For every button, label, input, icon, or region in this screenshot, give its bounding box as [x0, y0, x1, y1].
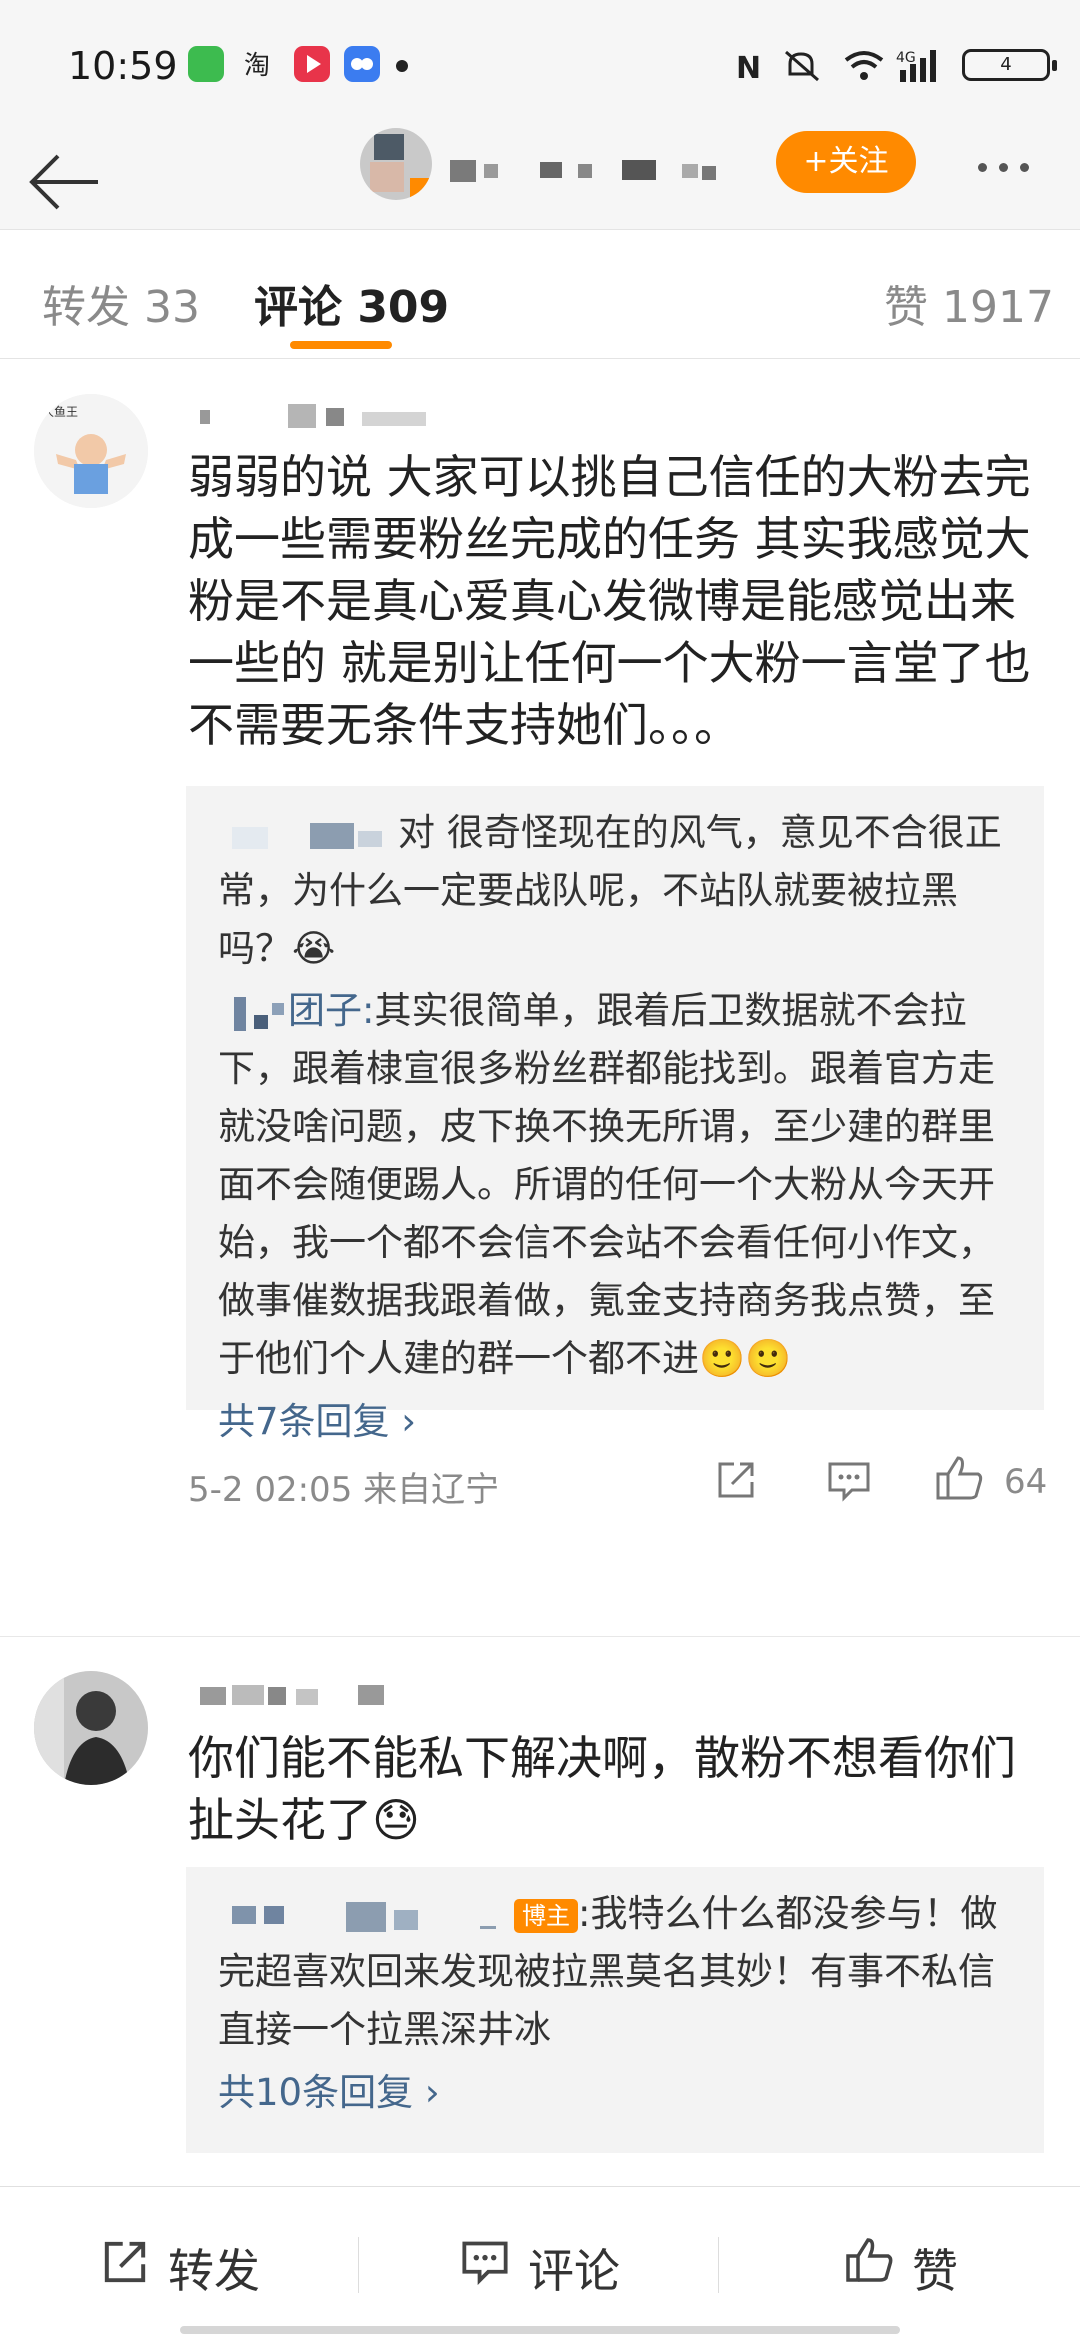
tab-comments[interactable]: 评论 309 [254, 271, 449, 335]
comment-text: 弱弱的说 大家可以挑自己信任的大粉去完成一些需要粉丝完成的任务 其实我感觉大粉是… [188, 450, 1031, 752]
author-badge: 博主 [514, 1898, 578, 1933]
view-all-replies-link[interactable]: 共10条回复 › [218, 2063, 1014, 2123]
author-avatar[interactable] [360, 128, 432, 200]
like-thumb-icon [846, 2238, 893, 2282]
repost-icon [104, 2241, 146, 2283]
comment-time-location: 5-2 02:05 来自辽宁 [188, 1470, 500, 1510]
battery-indicator: 4 [962, 49, 1057, 81]
video-icon [294, 46, 330, 82]
share-icon[interactable] [714, 1458, 758, 1502]
like-count: 64 [1004, 1462, 1048, 1502]
commenter-name-blurred[interactable] [188, 404, 488, 432]
notification-dot-icon [396, 60, 408, 72]
tab-likes[interactable]: 赞 1917 [884, 271, 1054, 335]
nfc-icon: N [736, 51, 761, 86]
wifi-icon [844, 51, 884, 80]
reply-author-blurred[interactable] [218, 819, 398, 851]
bottom-repost-label: 转发 [168, 2244, 260, 2298]
cellular-signal-icon: 4G [896, 50, 936, 82]
svg-text:淘: 淘 [244, 51, 270, 81]
reply-item: 对 很奇怪现在的风气，意见不合很正常，为什么一定要战队呢，不站队就要被拉黑吗？😭 [218, 804, 1014, 978]
like-thumb-icon[interactable] [934, 1454, 986, 1502]
bottom-like-label: 赞 [912, 2244, 958, 2298]
view-all-replies-link[interactable]: 共7条回复 › [218, 1392, 1014, 1452]
reply-item: 团子:其实很简单，跟着后卫数据就不会拉下，跟着棣宣很多粉丝群都能找到。跟着官方走… [218, 982, 1014, 1388]
mute-icon [785, 50, 819, 82]
back-arrow-icon[interactable] [28, 152, 100, 212]
svg-text:4G: 4G [896, 50, 916, 66]
comment-item: 你们能不能私下解决啊，散粉不想看你们扯头花了😓 博主:我特么什么都没参与！做完超… [0, 1637, 1080, 2185]
taobao-icon: 淘 [242, 46, 278, 82]
reply-author-name[interactable]: 团子: [288, 989, 374, 1032]
bar-separator [358, 2237, 359, 2293]
active-tab-indicator [290, 341, 392, 349]
reply-comment-icon[interactable] [826, 1460, 872, 1502]
svg-text:人鱼王: 人鱼王 [42, 405, 78, 419]
status-bar: 10:59 淘 N 4G 4 [0, 0, 1080, 130]
commenter-avatar[interactable] [34, 1671, 148, 1785]
reply-author-blurred[interactable] [218, 993, 288, 1033]
bar-separator [718, 2237, 719, 2293]
bottom-comment-label: 评论 [528, 2244, 620, 2298]
bottom-repost-button[interactable]: 转发 [96, 2227, 296, 2298]
more-options-icon[interactable] [978, 157, 1041, 176]
bottom-action-bar: 转发 评论 赞 [0, 2186, 1080, 2340]
commenter-name-blurred[interactable] [188, 1681, 488, 1709]
reply-preview-box[interactable]: 博主:我特么什么都没参与！做完超喜欢回来发现被拉黑莫名其妙！有事不私信直接一个拉… [186, 1867, 1044, 2153]
author-name-blurred[interactable] [450, 160, 720, 182]
status-time: 10:59 [68, 44, 178, 88]
reply-text: 其实很简单，跟着后卫数据就不会拉下，跟着棣宣很多粉丝群都能找到。跟着官方走就没啥… [218, 989, 995, 1380]
tab-bar: 转发 33 评论 309 赞 1917 [0, 231, 1080, 359]
comment-icon [462, 2241, 508, 2285]
gesture-home-bar[interactable] [180, 2326, 900, 2334]
bottom-like-button[interactable]: 赞 [842, 2227, 1002, 2298]
bubble-icon [344, 46, 380, 82]
bottom-comment-button[interactable]: 评论 [456, 2227, 656, 2298]
reply-item: 博主:我特么什么都没参与！做完超喜欢回来发现被拉黑莫名其妙！有事不私信直接一个拉… [218, 1885, 1014, 2059]
wechat-like-icon [188, 46, 224, 82]
reply-preview-box[interactable]: 对 很奇怪现在的风气，意见不合很正常，为什么一定要战队呢，不站队就要被拉黑吗？😭… [186, 786, 1044, 1443]
comment-item: 人鱼王 弱弱的说 大家可以挑自己信任的大粉去完成一些需要粉丝完成的任务 其实我感… [0, 360, 1080, 1630]
reply-author-blurred[interactable] [218, 1896, 514, 1936]
comment-text: 你们能不能私下解决啊，散粉不想看你们扯头花了😓 [188, 1731, 1016, 1847]
commenter-avatar[interactable]: 人鱼王 [34, 394, 148, 508]
svg-text:N: N [736, 51, 761, 86]
tab-repost[interactable]: 转发 33 [42, 271, 200, 335]
follow-button[interactable]: +关注 [776, 131, 916, 193]
